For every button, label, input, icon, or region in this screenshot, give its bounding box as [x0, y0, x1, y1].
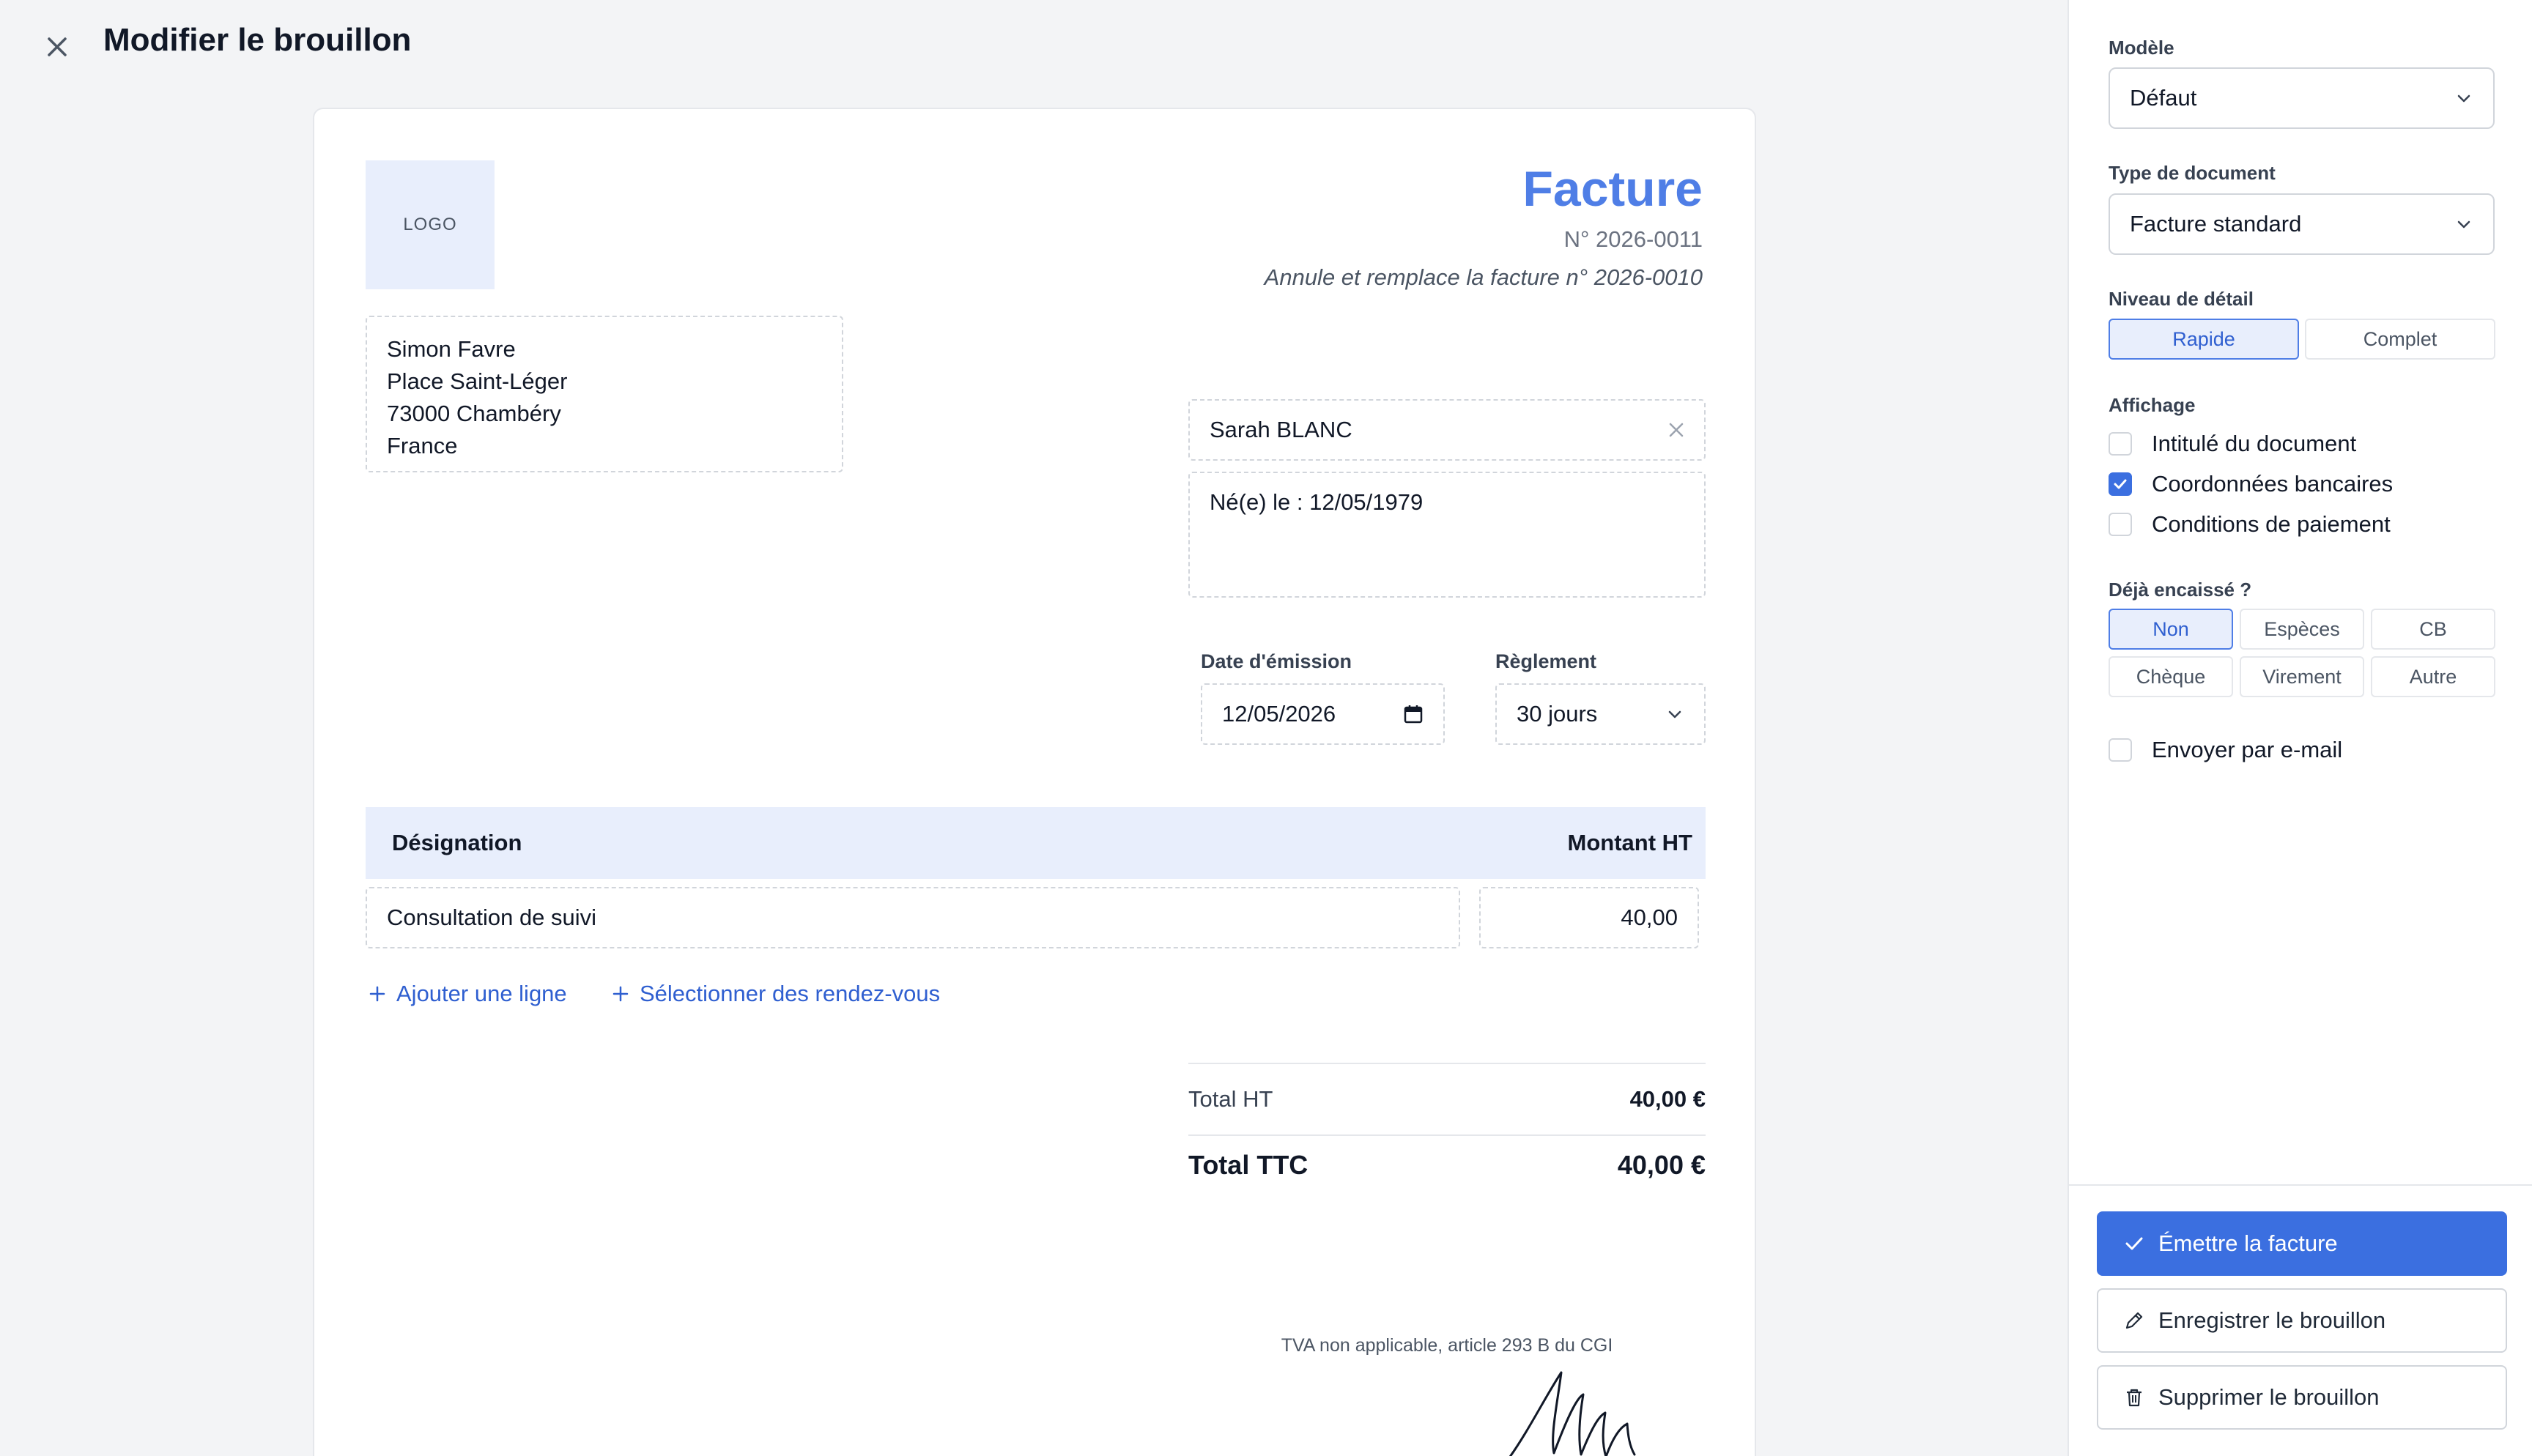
doc-type-value: Facture standard: [2130, 211, 2302, 237]
detail-option-complet[interactable]: Complet: [2305, 319, 2495, 360]
delete-draft-label: Supprimer le brouillon: [2158, 1384, 2380, 1410]
payment-terms-value: 30 jours: [1517, 701, 1598, 727]
plus-icon: [369, 986, 385, 1002]
chevron-down-icon: [2457, 220, 2470, 229]
close-button[interactable]: [38, 28, 76, 66]
checkbox[interactable]: [2109, 738, 2132, 762]
issuer-country: France: [387, 433, 458, 458]
col-amount: Montant HT: [1567, 830, 1692, 855]
paid-option-especes[interactable]: Espèces: [2240, 609, 2364, 650]
client-details-field[interactable]: Né(e) le : 12/05/1979: [1188, 472, 1706, 598]
display-option-label: Coordonnées bancaires: [2152, 471, 2394, 497]
document-title: Facture: [1522, 161, 1703, 217]
item-amount: 40,00: [1621, 905, 1678, 930]
pencil-icon: [2125, 1312, 2143, 1329]
checkbox-checked[interactable]: [2109, 472, 2132, 496]
item-designation-input[interactable]: Consultation de suivi: [366, 887, 1460, 948]
total-ttc-value: 40,00 €: [1617, 1150, 1706, 1180]
signature-image[interactable]: [1506, 1365, 1646, 1456]
save-draft-button[interactable]: Enregistrer le brouillon: [2097, 1288, 2507, 1353]
issue-date-input[interactable]: 12/05/2026: [1201, 683, 1445, 745]
total-ht-row: Total HT 40,00 €: [1188, 1083, 1706, 1115]
paid-option-autre[interactable]: Autre: [2371, 656, 2495, 697]
display-option-label: Intitulé du document: [2152, 431, 2357, 456]
model-select[interactable]: Défaut: [2109, 67, 2495, 129]
save-draft-label: Enregistrer le brouillon: [2158, 1307, 2386, 1333]
select-appointments-button[interactable]: Sélectionner des rendez-vous: [612, 981, 940, 1007]
calendar-icon[interactable]: [1403, 704, 1424, 724]
display-option-bank-details[interactable]: Coordonnées bancaires: [2109, 471, 2393, 497]
issuer-address-field[interactable]: Simon Favre Place Saint-Léger 73000 Cham…: [366, 316, 843, 472]
display-option-label: Conditions de paiement: [2152, 511, 2391, 537]
close-icon: [48, 37, 67, 56]
issue-invoice-label: Émettre la facture: [2158, 1230, 2338, 1256]
add-line-button[interactable]: Ajouter une ligne: [369, 981, 567, 1007]
send-email-label: Envoyer par e-mail: [2152, 737, 2343, 762]
display-option-doc-title[interactable]: Intitulé du document: [2109, 431, 2356, 457]
items-table-header: Désignation Montant HT: [366, 807, 1706, 879]
issue-date-value: 12/05/2026: [1222, 701, 1336, 727]
checkbox[interactable]: [2109, 513, 2132, 536]
delete-draft-button[interactable]: Supprimer le brouillon: [2097, 1365, 2507, 1430]
total-ht-value: 40,00 €: [1629, 1086, 1706, 1112]
total-ttc-row: Total TTC 40,00 €: [1188, 1144, 1706, 1186]
issuer-street: Place Saint-Léger: [387, 368, 568, 394]
issue-invoice-button[interactable]: Émettre la facture: [2097, 1211, 2507, 1276]
detail-level-label: Niveau de détail: [2109, 288, 2254, 310]
totals-divider-top: [1188, 1063, 1706, 1064]
check-icon: [2125, 1237, 2143, 1250]
item-amount-input[interactable]: 40,00: [1479, 887, 1699, 948]
invoice-paper: LOGO Simon Favre Place Saint-Léger 73000…: [313, 108, 1756, 1456]
model-label: Modèle: [2109, 37, 2174, 59]
client-name-field[interactable]: Sarah BLANC: [1188, 399, 1706, 461]
payment-terms-select[interactable]: 30 jours: [1495, 683, 1706, 745]
select-appointments-label: Sélectionner des rendez-vous: [640, 981, 941, 1006]
trash-icon: [2127, 1389, 2142, 1407]
checkbox[interactable]: [2109, 432, 2132, 456]
add-line-label: Ajouter une ligne: [396, 981, 567, 1006]
document-number: N° 2026-0011: [1563, 226, 1703, 252]
paid-label: Déjà encaissé ?: [2109, 579, 2252, 601]
total-ttc-label: Total TTC: [1188, 1150, 1308, 1180]
logo-placeholder[interactable]: LOGO: [366, 160, 495, 289]
detail-option-rapide[interactable]: Rapide: [2109, 319, 2299, 360]
clear-icon[interactable]: [1668, 422, 1684, 438]
col-designation: Désignation: [392, 830, 522, 855]
paid-option-cb[interactable]: CB: [2371, 609, 2495, 650]
item-designation: Consultation de suivi: [387, 905, 597, 930]
doc-type-select[interactable]: Facture standard: [2109, 193, 2495, 255]
totals-divider: [1188, 1134, 1706, 1136]
settings-sidebar: Modèle Défaut Type de document Facture s…: [2068, 0, 2532, 1456]
plus-icon: [612, 986, 629, 1002]
page-title: Modifier le brouillon: [103, 22, 412, 58]
paid-option-cheque[interactable]: Chèque: [2109, 656, 2233, 697]
sidebar-divider: [2069, 1184, 2532, 1186]
logo-text: LOGO: [403, 215, 457, 234]
header: Modifier le brouillon: [0, 0, 2068, 88]
doc-type-label: Type de document: [2109, 162, 2276, 184]
display-label: Affichage: [2109, 394, 2196, 416]
chevron-down-icon: [1668, 710, 1681, 718]
display-option-payment-terms[interactable]: Conditions de paiement: [2109, 511, 2391, 538]
client-details: Né(e) le : 12/05/1979: [1210, 489, 1424, 515]
issuer-name: Simon Favre: [387, 336, 516, 362]
send-email-option[interactable]: Envoyer par e-mail: [2109, 737, 2342, 763]
paid-option-non[interactable]: Non: [2109, 609, 2233, 650]
model-value: Défaut: [2130, 85, 2197, 111]
payment-label: Règlement: [1495, 650, 1597, 672]
check-icon: [2114, 479, 2127, 489]
total-ht-label: Total HT: [1188, 1086, 1273, 1112]
issuer-city: 73000 Chambéry: [387, 401, 561, 426]
tva-note: TVA non applicable, article 293 B du CGI: [1281, 1335, 1613, 1356]
paid-option-virement[interactable]: Virement: [2240, 656, 2364, 697]
replaces-note: Annule et remplace la facture n° 2026-00…: [1264, 264, 1703, 290]
chevron-down-icon: [2457, 94, 2470, 103]
date-label: Date d'émission: [1201, 650, 1352, 672]
client-name: Sarah BLANC: [1210, 417, 1352, 442]
